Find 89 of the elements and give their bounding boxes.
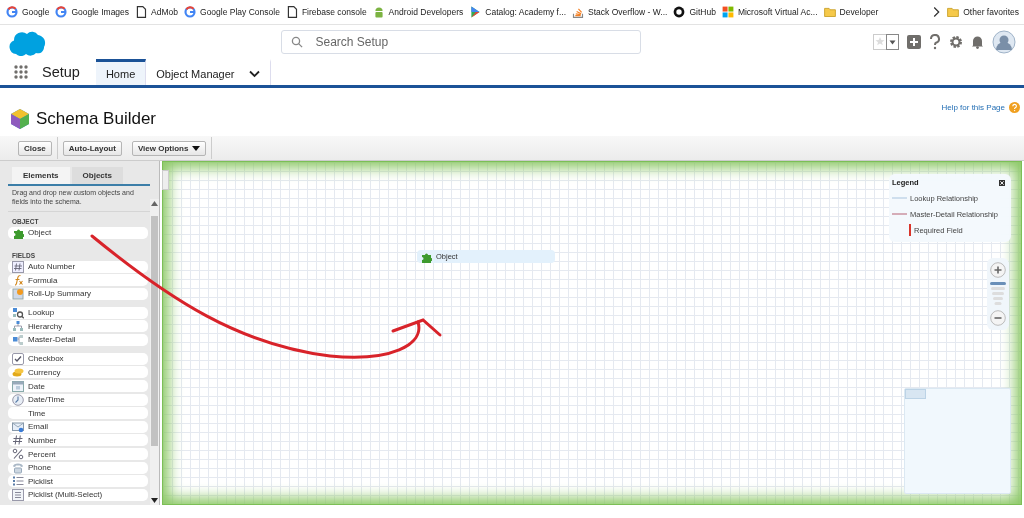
help-icon[interactable] <box>929 34 941 50</box>
palette-item[interactable]: Phone <box>8 461 148 474</box>
palette-item[interactable]: Formula <box>8 274 148 287</box>
palette-item[interactable]: Master-Detail <box>8 333 148 346</box>
palette-item[interactable]: Email <box>8 420 148 433</box>
google-icon <box>55 5 68 19</box>
master-detail-icon <box>12 333 24 346</box>
bookmark-link[interactable]: Developer <box>822 5 879 19</box>
collapse-panel-handle[interactable] <box>162 170 169 190</box>
palette-item[interactable]: Date/Time <box>8 393 148 406</box>
chevron-right-icon <box>931 5 941 19</box>
bookmark-link[interactable]: AdMob <box>134 5 178 19</box>
zoom-slider-icon[interactable] <box>990 282 1006 306</box>
search-icon <box>290 36 303 48</box>
google-icon <box>5 5 19 19</box>
app-name: Setup <box>42 63 80 82</box>
palette-item[interactable]: Picklist (Multi-Select) <box>8 488 148 501</box>
palette-item[interactable]: Roll-Up Summary <box>8 287 148 300</box>
palette-item[interactable]: Auto Number <box>8 260 148 273</box>
palette-item[interactable]: Checkbox <box>8 352 148 365</box>
palette-item[interactable]: Currency <box>8 366 148 379</box>
hash-icon <box>12 260 24 273</box>
master-detail-line-icon <box>892 211 907 217</box>
add-icon[interactable] <box>907 35 921 49</box>
play-icon <box>468 5 482 19</box>
calendar-icon <box>12 380 24 393</box>
formula-icon <box>12 274 24 287</box>
search-field[interactable]: Search Setup <box>280 30 641 54</box>
dropdown-triangle-icon <box>192 145 201 151</box>
bookmark-link[interactable]: Google Images <box>54 5 130 19</box>
panel-tab[interactable]: Objects <box>71 167 123 184</box>
page-icon <box>134 5 148 19</box>
lookup-line-icon <box>892 195 907 201</box>
zoom-in-button[interactable] <box>990 262 1006 278</box>
palette-item[interactable]: Picklist <box>8 475 148 488</box>
notifications-bell-icon[interactable] <box>971 35 984 49</box>
coins-icon <box>12 366 24 379</box>
page-title: Schema Builder <box>36 109 156 129</box>
bookmark-folder-link[interactable]: Other favorites <box>946 5 1019 19</box>
nav-tab[interactable]: Object Manager <box>146 59 271 85</box>
cube-icon <box>10 108 30 130</box>
palette-item[interactable]: Date <box>8 380 148 393</box>
clock-icon <box>12 393 24 406</box>
avatar-icon[interactable] <box>992 30 1016 54</box>
close-icon[interactable] <box>999 179 1005 186</box>
app-launcher-icon <box>14 65 28 79</box>
list-icon <box>12 475 24 488</box>
palette-item[interactable]: Hierarchy <box>8 320 148 333</box>
bookmark-link[interactable]: Google <box>5 5 50 19</box>
lookup-icon <box>12 306 24 319</box>
palette-item[interactable]: Object <box>8 226 148 239</box>
page-icon <box>285 5 299 19</box>
toolbar-button[interactable]: View Options <box>131 140 207 156</box>
palette-item[interactable]: Lookup <box>8 306 148 319</box>
bookmark-link[interactable]: GitHub <box>672 5 716 19</box>
bookmark-link[interactable]: Android Developers <box>371 5 464 19</box>
palette-item[interactable]: Percent <box>8 448 148 461</box>
summary-icon <box>12 287 24 300</box>
palette-item[interactable]: Time <box>8 407 148 420</box>
scroll-up-icon[interactable] <box>151 201 158 206</box>
help-icon <box>1009 102 1020 113</box>
checkbox-icon <box>12 352 24 365</box>
list-box-icon <box>12 488 24 501</box>
telephone-icon <box>12 461 24 474</box>
bookmark-link[interactable]: Catalog: Academy f... <box>468 5 567 19</box>
google-icon <box>183 5 197 19</box>
settings-icon[interactable] <box>949 35 963 49</box>
bookmark-link[interactable]: Stack Overflow - W... <box>571 5 668 19</box>
folder-icon <box>823 5 836 19</box>
zoom-out-button[interactable] <box>990 310 1006 326</box>
palette-item[interactable]: Number <box>8 434 148 447</box>
hierarchy-icon <box>12 320 24 333</box>
toolbar-button[interactable]: Close <box>18 140 52 156</box>
favorites-star-icon[interactable] <box>873 34 899 50</box>
chevron-down-icon <box>248 69 260 78</box>
help-link[interactable]: Help for this Page <box>941 102 1020 113</box>
panel-tab[interactable]: Elements <box>12 167 70 184</box>
nav-tab[interactable]: Home <box>95 59 147 85</box>
toolbar-button[interactable]: Auto-Layout <box>62 140 122 156</box>
folder-icon <box>946 5 960 19</box>
bookmark-link[interactable]: Firebase console <box>284 5 367 19</box>
windows-icon <box>721 5 735 19</box>
envelope-icon <box>12 420 24 433</box>
bookmark-link[interactable]: Google Play Console <box>183 5 280 19</box>
scroll-down-icon[interactable] <box>151 498 158 503</box>
hash-icon <box>12 434 24 447</box>
bookmark-link[interactable]: Microsoft Virtual Ac... <box>720 5 818 19</box>
scrollbar[interactable] <box>150 199 159 505</box>
percent-icon <box>12 448 24 461</box>
